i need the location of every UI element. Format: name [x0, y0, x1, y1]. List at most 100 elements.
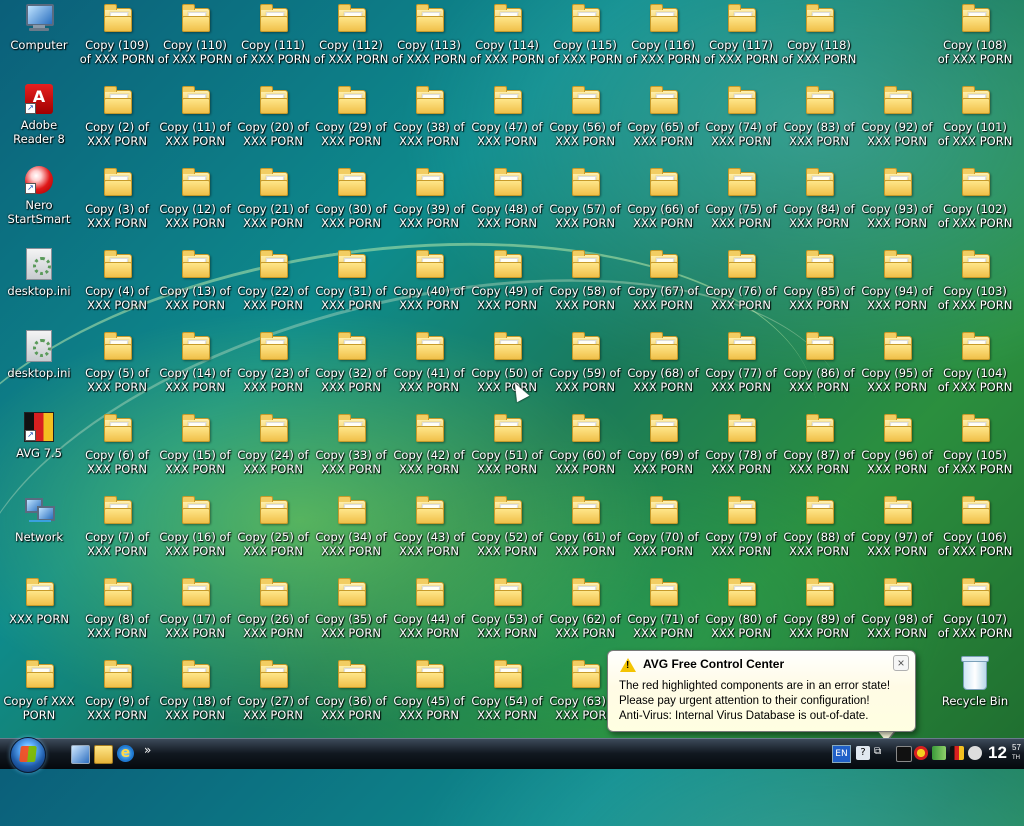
desktop-icon[interactable]: Copy (58) of XXX PORN — [546, 246, 624, 326]
desktop-icon[interactable]: desktop.ini — [0, 328, 78, 408]
desktop-icon[interactable]: Copy (68) of XXX PORN — [624, 328, 702, 408]
security-alert-icon[interactable] — [914, 746, 928, 760]
desktop-icon[interactable]: Copy (59) of XXX PORN — [546, 328, 624, 408]
avg-tray-icon[interactable] — [950, 746, 964, 760]
desktop-icon[interactable]: Copy (110) of XXX PORN — [156, 0, 234, 80]
desktop-icon[interactable]: Copy (88) of XXX PORN — [780, 492, 858, 572]
desktop-icon[interactable]: Copy (7) of XXX PORN — [78, 492, 156, 572]
desktop-icon[interactable]: Copy (75) of XXX PORN — [702, 164, 780, 244]
desktop-icon[interactable]: Copy (60) of XXX PORN — [546, 410, 624, 490]
desktop-icon[interactable]: desktop.ini — [0, 246, 78, 326]
desktop-icon[interactable]: Copy (94) of XXX PORN — [858, 246, 936, 326]
desktop-icon[interactable]: Copy (65) of XXX PORN — [624, 82, 702, 162]
desktop-icon[interactable]: Copy (86) of XXX PORN — [780, 328, 858, 408]
desktop-icon[interactable]: Copy (114) of XXX PORN — [468, 0, 546, 80]
desktop-icon[interactable]: Copy (34) of XXX PORN — [312, 492, 390, 572]
desktop-icon[interactable]: Copy (48) of XXX PORN — [468, 164, 546, 244]
desktop-icon[interactable]: Copy (35) of XXX PORN — [312, 574, 390, 654]
desktop-icon[interactable]: Copy (32) of XXX PORN — [312, 328, 390, 408]
desktop-icon[interactable]: Copy (45) of XXX PORN — [390, 656, 468, 736]
desktop-icon[interactable]: Copy (4) of XXX PORN — [78, 246, 156, 326]
desktop-icon[interactable]: Copy (27) of XXX PORN — [234, 656, 312, 736]
desktop-icon[interactable]: Copy (101) of XXX PORN — [936, 82, 1014, 162]
network-tray-icon[interactable]: ⧉ — [874, 746, 888, 760]
desktop-icon[interactable]: Copy (3) of XXX PORN — [78, 164, 156, 244]
desktop-icon[interactable]: Copy (71) of XXX PORN — [624, 574, 702, 654]
desktop-icon[interactable]: Copy (22) of XXX PORN — [234, 246, 312, 326]
desktop-icon[interactable]: Copy (9) of XXX PORN — [78, 656, 156, 736]
desktop-icon[interactable]: Copy (61) of XXX PORN — [546, 492, 624, 572]
help-icon[interactable]: ? — [856, 746, 870, 760]
desktop-icon[interactable]: Copy (26) of XXX PORN — [234, 574, 312, 654]
desktop-icon[interactable]: Copy (66) of XXX PORN — [624, 164, 702, 244]
desktop-icon[interactable]: Copy (52) of XXX PORN — [468, 492, 546, 572]
desktop-icon[interactable]: Copy (76) of XXX PORN — [702, 246, 780, 326]
desktop-icon[interactable]: Copy (97) of XXX PORN — [858, 492, 936, 572]
desktop-icon[interactable]: Copy (18) of XXX PORN — [156, 656, 234, 736]
desktop-icon[interactable]: Computer — [0, 0, 78, 80]
desktop-icon[interactable]: Copy (115) of XXX PORN — [546, 0, 624, 80]
desktop-icon[interactable]: Copy (103) of XXX PORN — [936, 246, 1014, 326]
desktop-icon[interactable]: Copy (109) of XXX PORN — [78, 0, 156, 80]
display-tray-icon[interactable] — [896, 746, 912, 762]
battery-icon[interactable] — [932, 746, 946, 760]
desktop-icon[interactable]: Copy (14) of XXX PORN — [156, 328, 234, 408]
desktop-icon[interactable]: Copy (108) of XXX PORN — [936, 0, 1014, 80]
desktop-icon[interactable]: Copy (20) of XXX PORN — [234, 82, 312, 162]
desktop-icon[interactable]: Copy (106) of XXX PORN — [936, 492, 1014, 572]
desktop-icon[interactable]: Copy (11) of XXX PORN — [156, 82, 234, 162]
desktop-icon[interactable]: Copy (6) of XXX PORN — [78, 410, 156, 490]
desktop-icon[interactable]: Copy (85) of XXX PORN — [780, 246, 858, 326]
desktop-icon[interactable]: Copy (31) of XXX PORN — [312, 246, 390, 326]
show-desktop-icon[interactable] — [71, 745, 90, 764]
desktop-icon[interactable]: Copy (87) of XXX PORN — [780, 410, 858, 490]
desktop[interactable]: Computer A ↗ Adobe Reader 8 ↗ Nero StartSmart… — [0, 0, 1024, 826]
desktop-icon[interactable]: Copy (95) of XXX PORN — [858, 328, 936, 408]
desktop-icon[interactable]: Copy (84) of XXX PORN — [780, 164, 858, 244]
desktop-icon[interactable]: Copy (118) of XXX PORN — [780, 0, 858, 80]
desktop-icon[interactable]: Copy (79) of XXX PORN — [702, 492, 780, 572]
desktop-icon[interactable]: Copy (98) of XXX PORN — [858, 574, 936, 654]
desktop-icon[interactable]: Copy (17) of XXX PORN — [156, 574, 234, 654]
desktop-icon[interactable]: Copy (38) of XXX PORN — [390, 82, 468, 162]
quick-launch-more-button[interactable]: » — [144, 743, 151, 757]
desktop-icon[interactable]: Copy (107) of XXX PORN — [936, 574, 1014, 654]
desktop-icon[interactable]: Copy (116) of XXX PORN — [624, 0, 702, 80]
desktop-icon[interactable]: Copy (74) of XXX PORN — [702, 82, 780, 162]
desktop-icon[interactable]: Copy (33) of XXX PORN — [312, 410, 390, 490]
desktop-icon[interactable]: Copy (80) of XXX PORN — [702, 574, 780, 654]
desktop-icon[interactable]: Copy (40) of XXX PORN — [390, 246, 468, 326]
desktop-icon[interactable]: Copy (70) of XXX PORN — [624, 492, 702, 572]
desktop-icon[interactable]: Copy (111) of XXX PORN — [234, 0, 312, 80]
desktop-icon[interactable]: Copy (78) of XXX PORN — [702, 410, 780, 490]
desktop-icon[interactable]: Copy (2) of XXX PORN — [78, 82, 156, 162]
desktop-icon[interactable]: Copy (15) of XXX PORN — [156, 410, 234, 490]
desktop-icon[interactable]: Copy (21) of XXX PORN — [234, 164, 312, 244]
desktop-icon[interactable]: Copy (16) of XXX PORN — [156, 492, 234, 572]
desktop-icon[interactable]: Copy (104) of XXX PORN — [936, 328, 1014, 408]
desktop-icon[interactable]: Copy (8) of XXX PORN — [78, 574, 156, 654]
desktop-icon[interactable]: Copy (36) of XXX PORN — [312, 656, 390, 736]
desktop-icon[interactable]: Copy (83) of XXX PORN — [780, 82, 858, 162]
desktop-icon[interactable]: Copy (30) of XXX PORN — [312, 164, 390, 244]
desktop-icon[interactable]: Copy (92) of XXX PORN — [858, 82, 936, 162]
desktop-icon[interactable]: Copy (117) of XXX PORN — [702, 0, 780, 80]
desktop-icon[interactable]: Copy (112) of XXX PORN — [312, 0, 390, 80]
desktop-icon[interactable]: Copy (29) of XXX PORN — [312, 82, 390, 162]
desktop-icon[interactable]: Copy (12) of XXX PORN — [156, 164, 234, 244]
desktop-icon[interactable]: Copy of XXX PORN — [0, 656, 78, 736]
desktop-icon[interactable]: Recycle Bin — [936, 656, 1014, 736]
desktop-icon[interactable]: Copy (96) of XXX PORN — [858, 410, 936, 490]
desktop-icon[interactable]: Copy (62) of XXX PORN — [546, 574, 624, 654]
desktop-icon[interactable]: Copy (5) of XXX PORN — [78, 328, 156, 408]
desktop-icon[interactable]: Copy (93) of XXX PORN — [858, 164, 936, 244]
clock[interactable]: 12 57 TH — [988, 743, 1021, 763]
desktop-icon[interactable]: Copy (69) of XXX PORN — [624, 410, 702, 490]
desktop-icon[interactable]: Copy (13) of XXX PORN — [156, 246, 234, 326]
internet-explorer-icon[interactable]: e — [117, 745, 134, 762]
desktop-icon[interactable]: Copy (23) of XXX PORN — [234, 328, 312, 408]
desktop-icon[interactable]: Copy (89) of XXX PORN — [780, 574, 858, 654]
desktop-icon[interactable]: XXX PORN — [0, 574, 78, 654]
desktop-icon[interactable]: ↗ AVG 7.5 — [0, 410, 78, 490]
desktop-icon[interactable]: Network — [0, 492, 78, 572]
